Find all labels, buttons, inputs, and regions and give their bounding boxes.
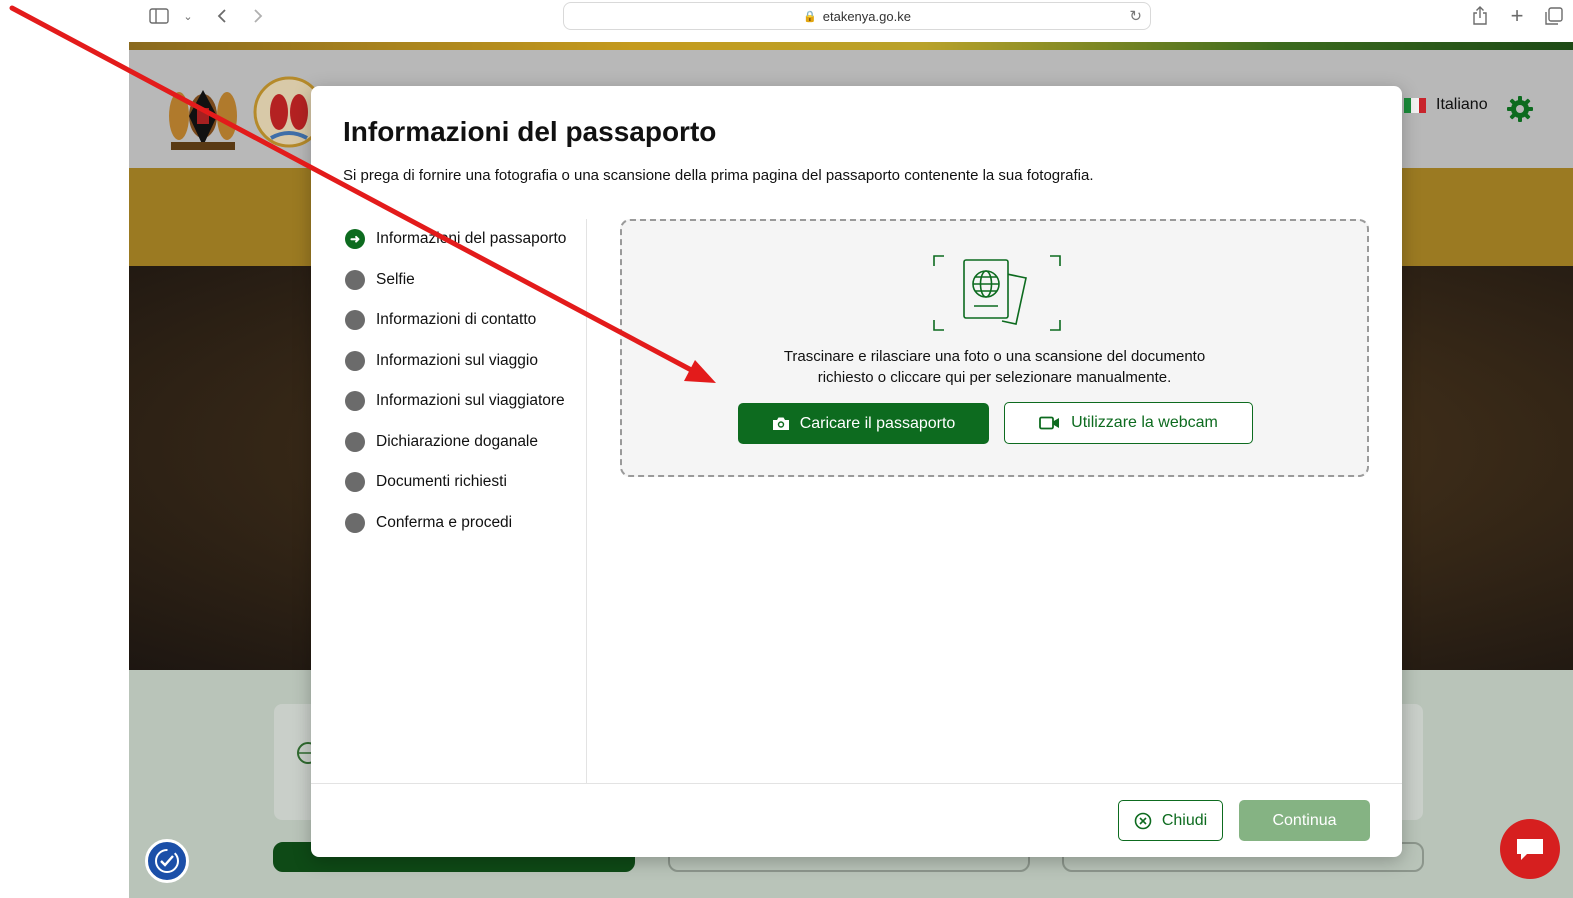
- step-label: Conferma e procedi: [376, 513, 513, 531]
- step-item-contact[interactable]: Informazioni di contatto: [345, 300, 590, 341]
- browser-toolbar: ⌄ 🔒 etakenya.go.ke ↻ +: [0, 0, 1573, 42]
- modal-subtitle: Si prega di fornire una fotografia o una…: [343, 167, 1094, 184]
- step-item-customs[interactable]: Dichiarazione doganale: [345, 422, 590, 463]
- chevron-down-icon[interactable]: ⌄: [176, 4, 200, 28]
- step-dot-icon: [345, 350, 365, 371]
- step-dot-icon: [345, 391, 365, 412]
- chat-bubble-icon: [1517, 839, 1543, 860]
- step-label: Informazioni del passaporto: [376, 230, 567, 248]
- forward-icon[interactable]: [246, 4, 270, 28]
- step-item-trip[interactable]: Informazioni sul viaggio: [345, 341, 590, 382]
- new-tab-icon[interactable]: +: [1505, 3, 1529, 28]
- dropzone-line-1: Trascinare e rilasciare una foto o una s…: [783, 348, 1206, 365]
- step-item-selfie[interactable]: Selfie: [345, 260, 590, 301]
- step-label: Selfie: [376, 270, 415, 288]
- step-item-documents[interactable]: Documenti richiesti: [345, 462, 590, 503]
- gear-icon[interactable]: [1506, 95, 1534, 123]
- close-label: Chiudi: [1161, 811, 1208, 829]
- step-label: Documenti richiesti: [376, 473, 507, 491]
- address-bar[interactable]: 🔒 etakenya.go.ke ↻: [563, 2, 1151, 30]
- continue-label: Continua: [1272, 811, 1337, 829]
- step-dot-icon: [345, 310, 365, 331]
- step-item-traveler[interactable]: Informazioni sul viaggiatore: [345, 381, 590, 422]
- passport-scan-icon: [933, 255, 1061, 331]
- use-webcam-button[interactable]: Utilizzare la webcam: [1004, 402, 1253, 444]
- language-label: Italiano: [1436, 96, 1488, 113]
- passport-modal: Informazioni del passaporto Si prega di …: [311, 86, 1402, 857]
- step-item-passport[interactable]: ➜ Informazioni del passaporto: [345, 219, 590, 260]
- back-icon[interactable]: [210, 4, 234, 28]
- step-dot-icon: [345, 472, 365, 493]
- tabs-overview-icon[interactable]: [1542, 4, 1566, 28]
- step-label: Informazioni sul viaggiatore: [376, 392, 565, 410]
- step-label: Informazioni di contatto: [376, 311, 537, 329]
- close-circle-icon: [1134, 812, 1152, 830]
- step-label: Informazioni sul viaggio: [376, 351, 538, 369]
- step-dot-icon: [345, 512, 365, 533]
- upload-passport-label: Caricare il passaporto: [799, 414, 956, 432]
- dropzone-line-2: richiesto o cliccare qui per selezionare…: [817, 369, 1172, 386]
- continue-button[interactable]: Continua: [1239, 800, 1370, 841]
- reload-icon[interactable]: ↻: [1129, 7, 1142, 25]
- arrow-right-icon: ➜: [345, 229, 365, 250]
- sidebar-toggle-icon[interactable]: [147, 4, 171, 28]
- step-label: Dichiarazione doganale: [376, 432, 539, 450]
- color-stripe: [129, 42, 1573, 50]
- dropzone-instructions: Trascinare e rilasciare una foto o una s…: [622, 346, 1367, 388]
- accessibility-icon: [155, 849, 179, 873]
- accessibility-button[interactable]: [145, 839, 189, 883]
- vertical-divider: [586, 219, 587, 783]
- url-text: etakenya.go.ke: [822, 8, 911, 24]
- italy-flag-icon: [1404, 97, 1426, 113]
- kenya-coat-of-arms-logo: [169, 76, 321, 150]
- video-camera-icon: [1039, 416, 1061, 430]
- passport-dropzone[interactable]: Trascinare e rilasciare una foto o una s…: [620, 219, 1369, 477]
- language-selector[interactable]: Italiano: [1404, 96, 1488, 114]
- camera-icon: [772, 416, 790, 431]
- use-webcam-label: Utilizzare la webcam: [1071, 414, 1218, 431]
- modal-title: Informazioni del passaporto: [343, 116, 717, 147]
- step-list: ➜ Informazioni del passaporto Selfie Inf…: [345, 219, 590, 543]
- upload-passport-button[interactable]: Caricare il passaporto: [738, 403, 989, 444]
- step-dot-icon: [345, 431, 365, 452]
- lock-icon: 🔒: [803, 10, 817, 23]
- step-dot-icon: [345, 269, 365, 290]
- close-button[interactable]: Chiudi: [1118, 800, 1223, 841]
- step-item-confirm[interactable]: Conferma e procedi: [345, 503, 590, 544]
- share-icon[interactable]: [1468, 4, 1492, 28]
- chat-button[interactable]: [1500, 819, 1560, 879]
- footer-divider: [311, 783, 1402, 784]
